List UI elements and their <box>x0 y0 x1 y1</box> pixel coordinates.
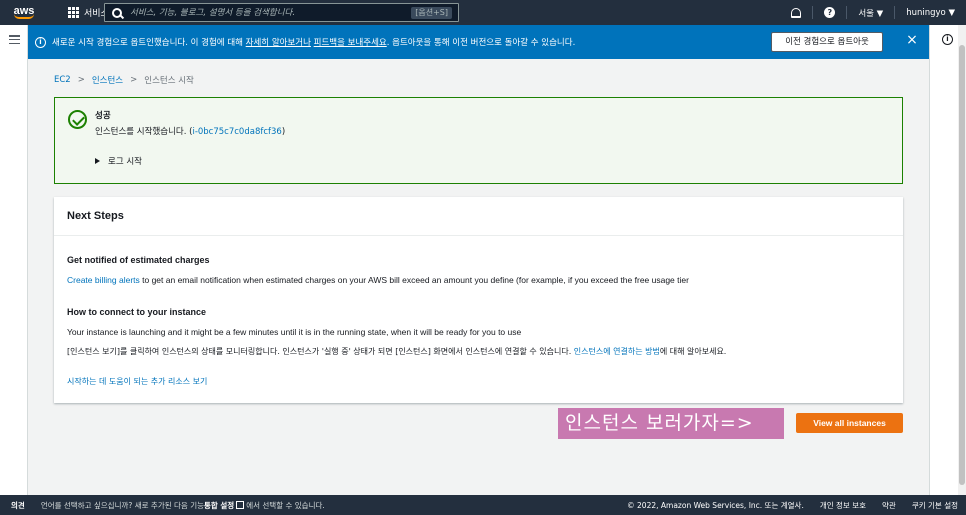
account-menu[interactable]: huningyo ▼ <box>895 8 966 18</box>
unified-settings-link[interactable]: 통합 설정 <box>204 500 234 511</box>
launch-log-label: 로그 시작 <box>108 157 142 167</box>
success-message: 인스턴스를 시작했습니다. (i-0bc75c7c0da8fcf36) <box>95 125 285 137</box>
success-alert: 성공 인스턴스를 시작했습니다. (i-0bc75c7c0da8fcf36) 로… <box>54 97 903 184</box>
launch-log-toggle[interactable]: 로그 시작 <box>95 155 142 167</box>
chevron-right-icon: > <box>77 75 85 85</box>
nav-right-group: ? 서울 ▼ huningyo ▼ <box>780 0 966 25</box>
services-menu-button[interactable]: 서비스 <box>68 6 109 19</box>
right-rail: i <box>929 25 966 495</box>
help-icon: ? <box>824 7 836 18</box>
info-panel-icon[interactable]: i <box>942 34 953 45</box>
footer: 의견 언어를 선택하고 싶으십니까? 새로 추가된 다음 기능 통합 설정 에서 선… <box>0 495 966 515</box>
help-button[interactable]: ? <box>813 7 846 18</box>
chevron-right-icon: > <box>130 75 138 85</box>
breadcrumb-current: 인스턴스 시작 <box>144 76 194 86</box>
services-grid-icon <box>68 7 79 18</box>
learn-more-link[interactable]: 자세히 알아보거나 <box>246 38 311 48</box>
additional-resources-link[interactable]: 시작하는 데 도움이 되는 추가 리소스 보기 <box>67 377 207 386</box>
connect-ko-suffix: 에 대해 알아보세요. <box>659 347 727 356</box>
bell-icon <box>791 7 802 18</box>
language-note-text: 언어를 선택하고 싶으십니까? 새로 추가된 다음 기능 <box>40 500 204 510</box>
resources-row: 시작하는 데 도움이 되는 추가 리소스 보기 <box>67 376 207 387</box>
connect-ko-description: [인스턴스 보기]를 클릭하여 인스턴스의 상태를 모니터링합니다. 인스턴스가… <box>67 347 574 356</box>
banner-message: 새로운 시작 경험으로 옵트인했습니다. 이 경험에 대해 자세히 알아보거나 … <box>52 36 575 48</box>
language-note-suffix: 에서 선택할 수 있습니다. <box>246 500 325 510</box>
next-steps-title: Next Steps <box>54 197 903 236</box>
banner-text: 새로운 시작 경험으로 옵트인했습니다. 이 경험에 대해 <box>52 38 246 48</box>
notifications-button[interactable] <box>780 7 812 18</box>
top-navigation: aws 서비스 [옵션+S] ? 서울 ▼ huningyo ▼ <box>0 0 966 25</box>
breadcrumb-instances[interactable]: 인스턴스 <box>92 74 123 86</box>
annotation-overlay: 인스턴스 보러가자=> <box>558 408 784 439</box>
check-circle-icon <box>68 110 87 129</box>
connect-text: Your instance is launching and it might … <box>67 327 522 337</box>
search-shortcut-hint: [옵션+S] <box>411 7 452 19</box>
view-all-instances-button[interactable]: View all instances <box>796 413 903 433</box>
global-search[interactable]: [옵션+S] <box>104 3 459 22</box>
aws-smile-icon <box>14 14 34 19</box>
left-rail <box>0 25 28 495</box>
region-selector[interactable]: 서울 ▼ <box>847 7 894 19</box>
aws-logo[interactable]: aws <box>6 0 42 25</box>
info-icon: i <box>35 36 46 48</box>
success-message-text: 인스턴스를 시작했습니다. ( <box>95 127 193 137</box>
caret-right-icon <box>95 158 100 164</box>
close-icon[interactable]: × <box>905 33 919 47</box>
scrollbar-thumb[interactable] <box>959 45 965 485</box>
opt-out-button[interactable]: 이전 경험으로 옵트아웃 <box>771 32 883 52</box>
create-billing-alerts-link[interactable]: Create billing alerts <box>67 275 140 285</box>
copyright: © 2022, Amazon Web Services, Inc. 또는 계열사… <box>627 500 804 510</box>
billing-text: Create billing alerts to get an email no… <box>67 275 689 285</box>
opt-in-banner: i 새로운 시작 경험으로 옵트인했습니다. 이 경험에 대해 자세히 알아보거… <box>28 25 929 59</box>
feedback-link[interactable]: 피드백을 보내주세요 <box>314 38 387 48</box>
success-title: 성공 <box>95 111 111 121</box>
scrollbar[interactable] <box>958 25 966 495</box>
billing-heading: Get notified of estimated charges <box>67 255 210 265</box>
feedback-link[interactable]: 의견 <box>11 500 25 511</box>
breadcrumb: EC2 > 인스턴스 > 인스턴스 시작 <box>54 74 194 86</box>
terms-link[interactable]: 약관 <box>882 500 896 511</box>
menu-icon[interactable] <box>9 35 20 44</box>
breadcrumb-ec2[interactable]: EC2 <box>54 75 71 85</box>
banner-text-end: . 옵트아웃을 통해 이전 버전으로 돌아갈 수 있습니다. <box>386 38 576 48</box>
billing-description: to get an email notification when estima… <box>139 275 689 285</box>
connect-text-ko: [인스턴스 보기]를 클릭하여 인스턴스의 상태를 모니터링합니다. 인스턴스가… <box>67 346 726 357</box>
instance-id-link[interactable]: i-0bc75c7c0da8fcf36 <box>192 127 281 137</box>
privacy-link[interactable]: 개인 정보 보호 <box>820 500 866 511</box>
success-message-close: ) <box>281 127 286 137</box>
language-note: 언어를 선택하고 싶으십니까? 새로 추가된 다음 기능 통합 설정 에서 선택할 … <box>41 500 325 511</box>
footer-right-links: © 2022, Amazon Web Services, Inc. 또는 계열사… <box>627 500 958 511</box>
cookie-preferences-link[interactable]: 쿠키 기본 설정 <box>912 500 958 511</box>
connect-howto-link[interactable]: 인스턴스에 연결하는 방법 <box>574 347 660 356</box>
next-steps-panel: Next Steps Get notified of estimated cha… <box>54 197 903 403</box>
connect-heading: How to connect to your instance <box>67 307 207 317</box>
external-link-icon <box>236 501 245 509</box>
search-input[interactable] <box>130 7 400 18</box>
search-icon <box>112 7 122 18</box>
